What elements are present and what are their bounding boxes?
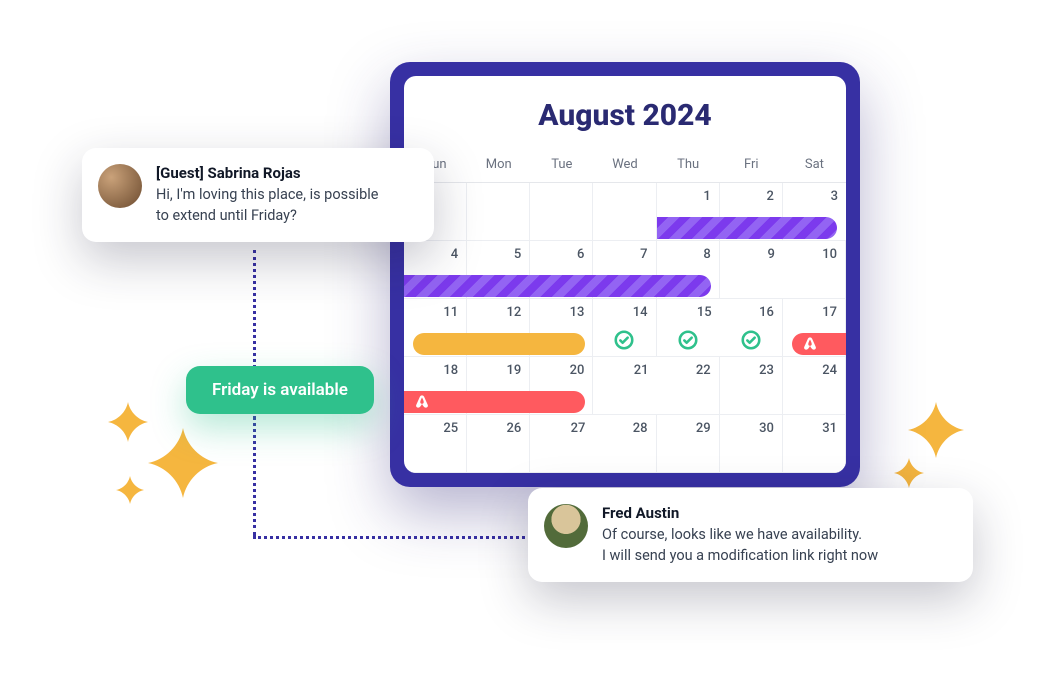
calendar-dow: Fri — [720, 151, 783, 183]
calendar-cell[interactable]: 30 — [720, 415, 783, 473]
calendar-day-number: 13 — [570, 305, 585, 320]
calendar-day-number: 28 — [633, 421, 648, 436]
calendar-day-number: 11 — [443, 305, 458, 320]
connector-line — [253, 416, 256, 536]
calendar-cell[interactable]: 7 — [593, 241, 656, 299]
calendar-cell[interactable]: 28 — [593, 415, 656, 473]
calendar-cell[interactable]: 22 — [657, 357, 720, 415]
calendar-cell[interactable]: 13 — [530, 299, 593, 357]
calendar-cell[interactable]: 16 — [720, 299, 783, 357]
calendar-day-number: 10 — [822, 247, 837, 262]
calendar-cell[interactable]: 29 — [657, 415, 720, 473]
calendar-cell[interactable] — [593, 183, 656, 241]
calendar-day-number: 26 — [507, 421, 522, 436]
guest-message: Hi, I'm loving this place, is possible t… — [156, 184, 378, 226]
guest-name: [Guest] Sabrina Rojas — [156, 164, 378, 182]
calendar-cell[interactable]: 14 — [593, 299, 656, 357]
host-message-card: Fred Austin Of course, looks like we hav… — [528, 488, 973, 582]
calendar-cell[interactable]: 15 — [657, 299, 720, 357]
calendar-day-number: 7 — [640, 247, 647, 262]
guest-message-card: [Guest] Sabrina Rojas Hi, I'm loving thi… — [82, 148, 434, 242]
calendar-cell[interactable]: 26 — [467, 415, 530, 473]
host-message: Of course, looks like we have availabili… — [602, 524, 878, 566]
availability-pill: Friday is available — [186, 366, 374, 414]
calendar-cell[interactable]: 19 — [467, 357, 530, 415]
calendar-day-number: 24 — [822, 363, 837, 378]
calendar-dow: Wed — [593, 151, 656, 183]
sparkle-icon — [116, 476, 144, 504]
calendar-day-number: 5 — [514, 247, 521, 262]
calendar-day-number: 18 — [443, 363, 458, 378]
calendar-cell[interactable]: 1 — [657, 183, 720, 241]
calendar-cell[interactable]: 5 — [467, 241, 530, 299]
calendar-day-number: 23 — [759, 363, 774, 378]
calendar-day-number: 25 — [443, 421, 458, 436]
sparkle-icon — [108, 402, 148, 442]
calendar-cell[interactable]: 23 — [720, 357, 783, 415]
calendar-dow: Tue — [530, 151, 593, 183]
calendar-cell[interactable] — [530, 183, 593, 241]
calendar-dow: Mon — [467, 151, 530, 183]
calendar-day-number: 30 — [759, 421, 774, 436]
calendar-cell[interactable]: 11 — [404, 299, 467, 357]
calendar-cell[interactable]: 2 — [720, 183, 783, 241]
calendar-cell[interactable]: 24 — [783, 357, 846, 415]
calendar-day-number: 6 — [577, 247, 584, 262]
sparkle-icon — [908, 402, 964, 458]
calendar-day-number: 19 — [507, 363, 522, 378]
calendar-day-number: 9 — [767, 247, 774, 262]
available-check-icon — [677, 329, 699, 351]
calendar-title: August 2024 — [404, 76, 846, 151]
calendar-cell[interactable]: 9 — [720, 241, 783, 299]
calendar-day-number: 29 — [696, 421, 711, 436]
calendar-dow: Thu — [657, 151, 720, 183]
calendar-cell[interactable]: 8 — [657, 241, 720, 299]
calendar-day-number: 27 — [571, 421, 586, 436]
calendar-cell[interactable] — [467, 183, 530, 241]
calendar-day-number: 20 — [570, 363, 585, 378]
calendar-day-number: 22 — [696, 363, 711, 378]
calendar-cell[interactable]: 10 — [783, 241, 846, 299]
calendar-cell[interactable]: 27 — [530, 415, 593, 473]
calendar-grid: SunMonTueWedThuFriSat1234567891011121314… — [404, 151, 846, 473]
calendar-day-number: 8 — [703, 247, 710, 262]
calendar-day-number: 17 — [822, 305, 837, 320]
calendar-day-number: 4 — [451, 247, 458, 262]
calendar-day-number: 16 — [759, 305, 774, 320]
calendar-day-number: 31 — [822, 421, 837, 436]
available-check-icon — [740, 329, 762, 351]
calendar-day-number: 1 — [703, 189, 710, 204]
sparkle-icon — [148, 428, 218, 498]
connector-line — [253, 536, 531, 539]
calendar-cell[interactable]: 4 — [404, 241, 467, 299]
calendar-day-number: 15 — [697, 305, 712, 320]
calendar-day-number: 2 — [766, 189, 773, 204]
calendar-day-number: 3 — [831, 189, 838, 204]
calendar-cell[interactable]: 17 — [783, 299, 846, 357]
available-check-icon — [613, 329, 635, 351]
calendar-cell[interactable]: 21 — [593, 357, 656, 415]
calendar-cell[interactable]: 20 — [530, 357, 593, 415]
avatar — [544, 504, 588, 548]
calendar-day-number: 12 — [507, 305, 522, 320]
calendar-cell[interactable]: 3 — [783, 183, 846, 241]
calendar-cell[interactable]: 25 — [404, 415, 467, 473]
calendar-cell[interactable]: 6 — [530, 241, 593, 299]
host-name: Fred Austin — [602, 504, 878, 522]
calendar-dow: Sat — [783, 151, 846, 183]
connector-line — [253, 250, 256, 368]
calendar-day-number: 21 — [634, 363, 649, 378]
calendar-day-number: 14 — [633, 305, 648, 320]
calendar-cell[interactable]: 31 — [783, 415, 846, 473]
avatar — [98, 164, 142, 208]
calendar-cell[interactable]: 12 — [467, 299, 530, 357]
calendar-card: August 2024 SunMonTueWedThuFriSat1234567… — [390, 62, 860, 487]
calendar-cell[interactable]: 18 — [404, 357, 467, 415]
sparkle-icon — [894, 458, 924, 488]
